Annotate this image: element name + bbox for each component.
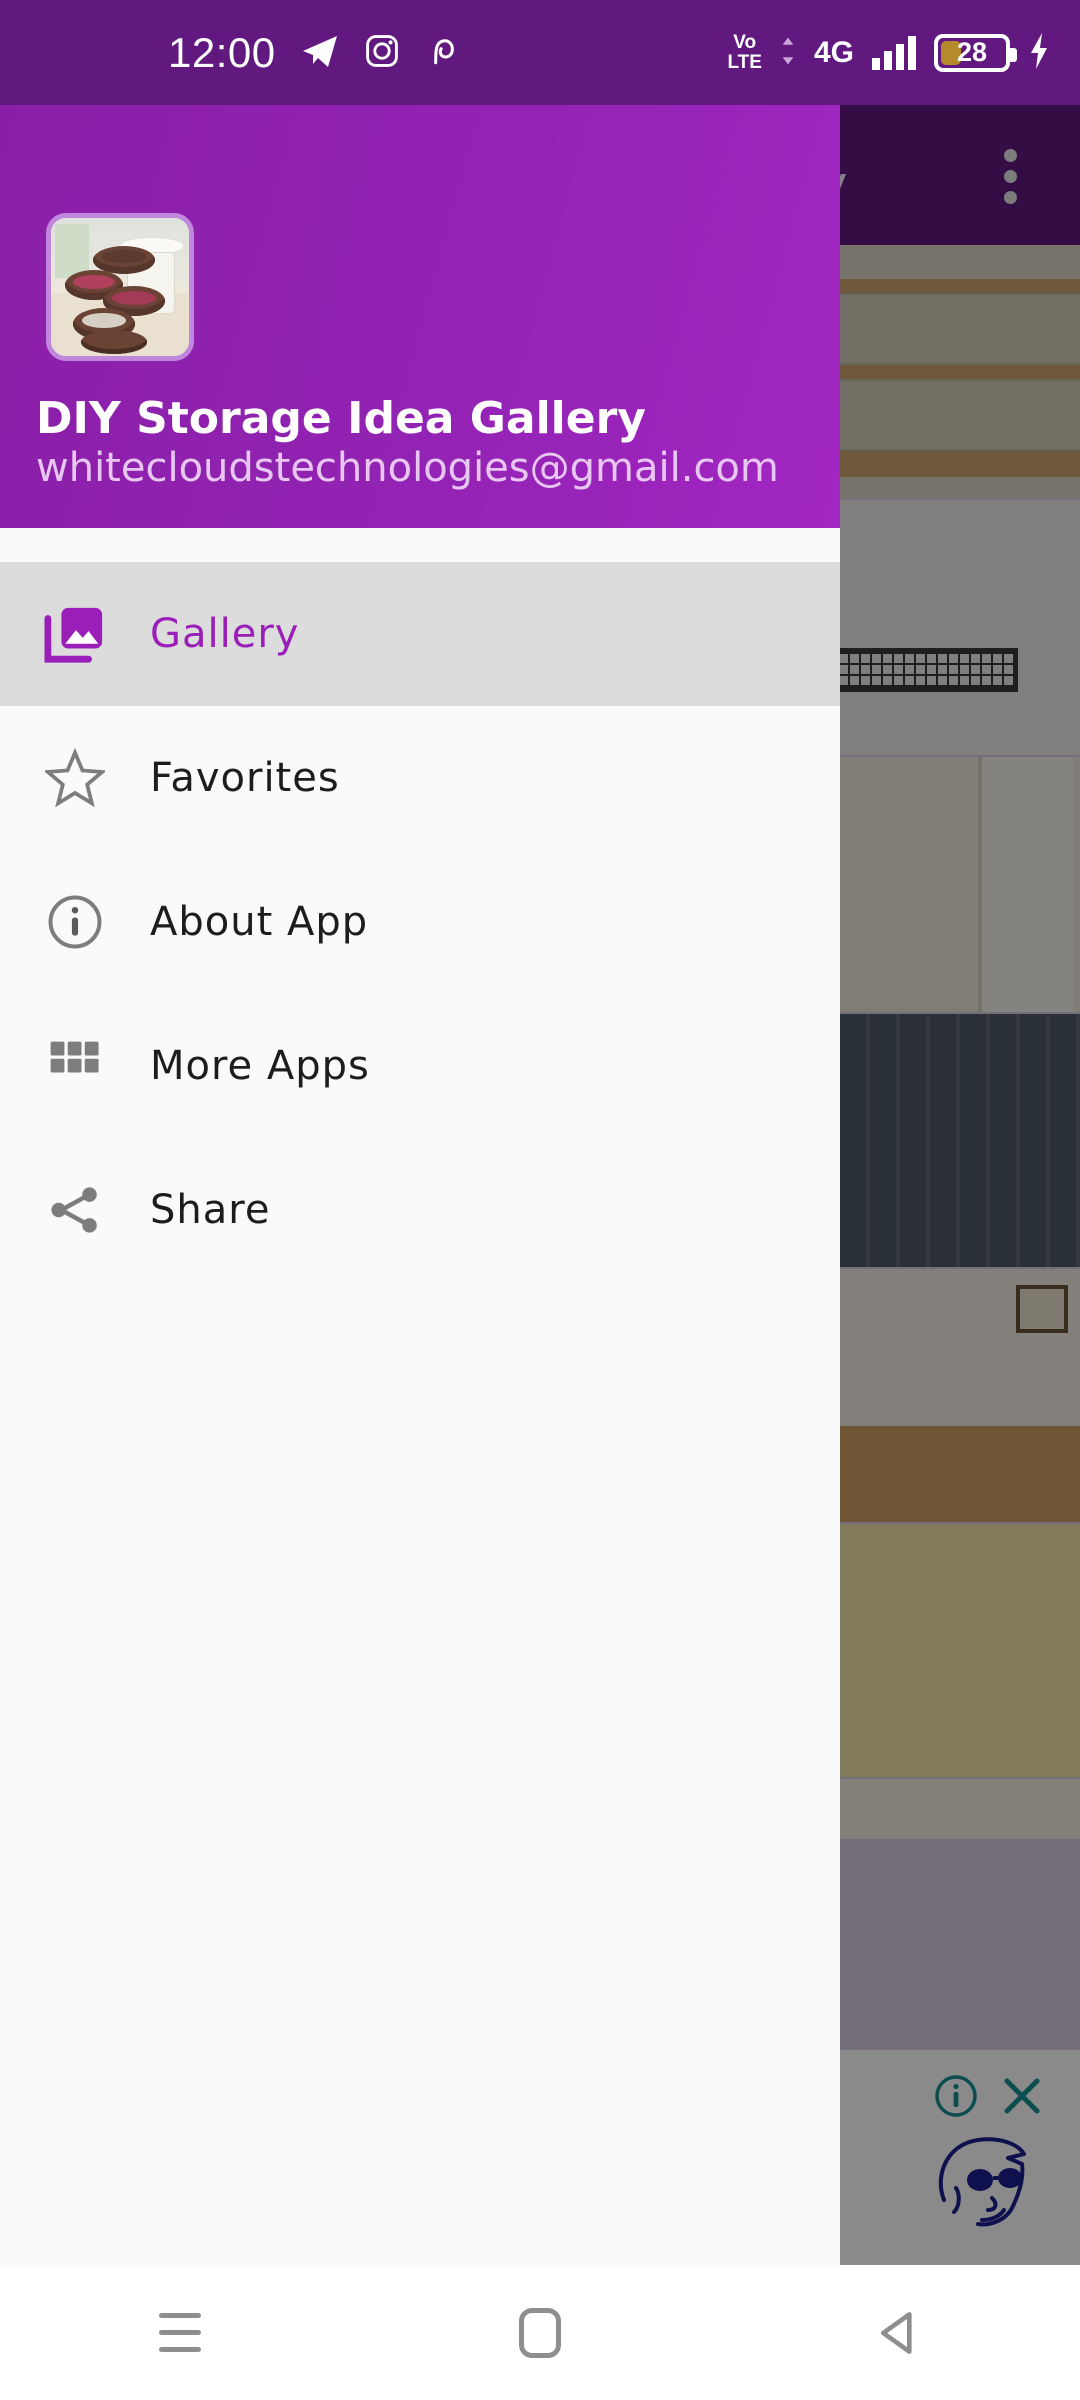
phone-screen: DIY Storage Idea Gallery [0, 0, 1080, 2400]
sidebar-item-share[interactable]: Share [0, 1138, 840, 1282]
sidebar-item-more-apps[interactable]: More Apps [0, 994, 840, 1138]
sidebar-item-label: More Apps [150, 1043, 370, 1089]
app-notification-icon [424, 33, 460, 73]
status-bar-left: 12:00 [168, 0, 460, 105]
photo-library-icon [0, 603, 150, 665]
drawer-header: DIY Storage Idea Gallery whitecloudstech… [0, 105, 840, 528]
instagram-icon [364, 33, 400, 73]
share-nodes-icon [0, 1181, 150, 1239]
sidebar-item-about-app[interactable]: About App [0, 850, 840, 994]
info-circle-icon [0, 893, 150, 951]
recents-lines-icon[interactable] [0, 2265, 360, 2400]
network-type-label: 4G [813, 35, 854, 69]
navigation-drawer[interactable]: DIY Storage Idea Gallery whitecloudstech… [0, 105, 840, 2265]
sidebar-item-label: About App [150, 899, 369, 945]
app-icon-storage-boxes [46, 213, 194, 361]
sidebar-item-label: Share [150, 1187, 271, 1233]
sidebar-item-gallery[interactable]: Gallery [0, 562, 840, 706]
battery-icon: 28 [934, 33, 1017, 72]
signal-bars-icon [872, 35, 916, 70]
status-bar-right: Vo LTE 4G 28 [727, 0, 1050, 105]
grid-apps-icon [0, 1040, 150, 1092]
status-bar: 12:00 Vo LTE 4G 28 [0, 0, 1080, 105]
android-nav-bar [0, 2265, 1080, 2400]
back-triangle-icon[interactable] [720, 2265, 1080, 2400]
drawer-account-email: whitecloudstechnologies@gmail.com [36, 445, 779, 491]
volte-icon: Vo LTE [727, 31, 762, 73]
drawer-app-title: DIY Storage Idea Gallery [36, 393, 646, 444]
data-arrows-icon [780, 36, 796, 70]
sidebar-item-label: Gallery [150, 611, 300, 657]
status-bar-clock: 12:00 [168, 28, 276, 76]
star-outline-icon [0, 748, 150, 808]
sidebar-item-label: Favorites [150, 755, 340, 801]
home-square-icon[interactable] [360, 2265, 720, 2400]
sidebar-item-favorites[interactable]: Favorites [0, 706, 840, 850]
telegram-icon [300, 31, 340, 75]
charging-bolt-icon [1028, 32, 1050, 74]
drawer-divider [0, 528, 840, 562]
